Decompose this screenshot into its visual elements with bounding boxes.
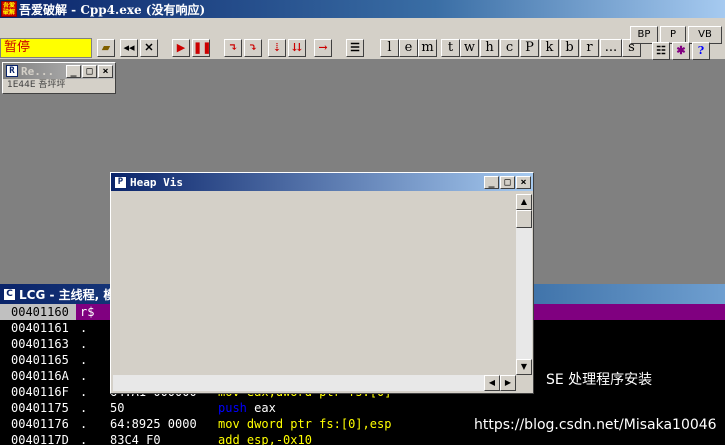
registers-window-controls: _ □ ×	[66, 64, 113, 78]
row-opcode: push	[218, 401, 247, 415]
app-title-bar: 吾爱破解 吾爱破解 - Cpp4.exe (没有响应)	[0, 0, 725, 18]
step-over-icon[interactable]: ⤵	[244, 39, 262, 57]
row-marker: .	[80, 417, 88, 431]
heap-vis-title: Heap Vis	[130, 175, 183, 189]
watermark-text: https://blog.csdn.net/Misaka10046	[474, 417, 717, 433]
pause-icon[interactable]: ❚❚	[192, 39, 211, 57]
row-address: 00401161	[0, 320, 76, 336]
vertical-scroll-thumb[interactable]	[516, 210, 532, 228]
cpu-window-icon-letter: C	[6, 288, 13, 299]
heap-vis-vertical-scrollbar[interactable]: ▲ ▼	[516, 194, 532, 375]
open-file-icon[interactable]: ▰	[97, 39, 115, 57]
toolbar-letter-button[interactable]: P	[520, 39, 539, 57]
registers-window-icon-letter: R	[9, 66, 15, 76]
toolbar-letter-button[interactable]: ...	[600, 39, 622, 57]
heap-vis-icon-letter: P	[117, 176, 124, 187]
row-address: 00401160	[0, 304, 76, 320]
list-view-icon[interactable]: ☷	[652, 42, 670, 60]
row-marker: r$	[76, 304, 110, 320]
registers-window-icon: R	[6, 65, 18, 77]
toolbar-letter-button[interactable]: m	[418, 39, 437, 57]
heap-vis-titlebar[interactable]: P Heap Vis _ □ ×	[111, 173, 533, 191]
row-marker: .	[80, 369, 88, 383]
maximize-icon[interactable]: □	[82, 64, 97, 78]
row-marker: .	[80, 353, 88, 367]
row-instruction: add esp,-0x10	[214, 432, 312, 445]
trace-over-icon[interactable]: ⇊	[288, 39, 306, 57]
row-marker: .	[80, 401, 88, 415]
row-opcode: mov	[218, 417, 240, 431]
seh-comment: SE 处理程序安装	[546, 372, 653, 388]
close-icon[interactable]: ×	[516, 175, 531, 189]
row-hex-bytes: 64:8925 0000	[110, 417, 197, 431]
registers-window-title: Re...	[21, 64, 55, 78]
plugin-icon[interactable]: ✱	[672, 42, 690, 60]
app-logo-text: 吾爱破解	[2, 2, 15, 16]
row-address: 00401165	[0, 352, 76, 368]
toolbar-letter-button[interactable]: t	[441, 39, 460, 57]
help-icon[interactable]: ?	[692, 42, 710, 60]
close-process-icon[interactable]: ✕	[140, 39, 158, 57]
scroll-left-icon[interactable]: ◀	[484, 375, 500, 391]
disassembly-row[interactable]: 0040117D. 83C4 F0 add esp,-0x10	[0, 432, 725, 445]
scroll-up-icon[interactable]: ▲	[516, 194, 532, 210]
scroll-right-icon[interactable]: ▶	[500, 375, 516, 391]
row-marker: .	[80, 433, 88, 445]
disassembly-row[interactable]: 00401175. 50 push eax	[0, 400, 725, 416]
run-status-indicator: 暂停	[0, 38, 92, 58]
restart-icon[interactable]: ◂◂	[120, 39, 138, 57]
toolbar-letter-button[interactable]: l	[380, 39, 399, 57]
goto-address-icon[interactable]: ☰	[346, 39, 364, 57]
registers-window[interactable]: R Re... _ □ × 1E44E 吾坪坪	[2, 62, 116, 94]
app-title: 吾爱破解 - Cpp4.exe (没有响应)	[19, 2, 206, 17]
toolbar-letter-button[interactable]: k	[540, 39, 559, 57]
heap-vis-canvas[interactable]	[113, 194, 516, 375]
minimize-icon[interactable]: _	[484, 175, 499, 189]
cpu-window-icon: C	[3, 287, 16, 301]
close-icon[interactable]: ×	[98, 64, 113, 78]
row-operands: esp,-0x10	[246, 433, 312, 445]
step-into-icon[interactable]: ↴	[224, 39, 242, 57]
toolbar-letter-button[interactable]: r	[580, 39, 599, 57]
row-address: 00401175	[0, 400, 76, 416]
main-toolbar: 暂停 ▰ ◂◂ ✕ ▶ ❚❚ ↴ ⤵ ⇣ ⇊ → ☰ l e m t w h c…	[0, 18, 725, 60]
row-marker: .	[80, 337, 88, 351]
toolbar-letter-button[interactable]: w	[460, 39, 479, 57]
heap-vis-horizontal-scrollbar[interactable]: ◀ ▶	[113, 375, 516, 391]
row-marker: .	[80, 321, 88, 335]
row-operands: eax	[254, 401, 276, 415]
heap-vis-window[interactable]: P Heap Vis _ □ × ▲ ▼ ◀ ▶	[110, 172, 534, 394]
maximize-icon[interactable]: □	[500, 175, 515, 189]
row-address: 0040117D	[0, 432, 76, 445]
row-instruction: mov dword ptr fs:[0],esp	[214, 416, 391, 432]
run-icon[interactable]: ▶	[172, 39, 190, 57]
row-operands: dword ptr fs:[0],esp	[246, 417, 392, 431]
scroll-corner	[516, 375, 532, 391]
registers-window-body: 1E44E 吾坪坪	[7, 80, 66, 90]
row-hex-bytes: 50	[110, 401, 125, 415]
minimize-icon[interactable]: _	[66, 64, 81, 78]
row-marker: .	[80, 385, 88, 399]
row-hex-bytes: 83C4 F0	[110, 433, 161, 445]
registers-window-titlebar[interactable]: R Re... _ □ ×	[3, 63, 115, 79]
toolbar-letter-button[interactable]: c	[500, 39, 519, 57]
heap-vis-controls: _ □ ×	[484, 175, 531, 189]
row-address: 00401163	[0, 336, 76, 352]
toolbar-letter-button[interactable]: b	[560, 39, 579, 57]
app-logo-icon: 吾爱破解	[1, 1, 17, 17]
row-instruction: push eax	[214, 400, 276, 416]
trace-into-icon[interactable]: ⇣	[268, 39, 286, 57]
scroll-down-icon[interactable]: ▼	[516, 359, 532, 375]
row-address: 00401176	[0, 416, 76, 432]
execute-till-return-icon[interactable]: →	[314, 39, 332, 57]
row-address: 0040116F	[0, 384, 76, 400]
row-opcode: add	[218, 433, 240, 445]
toolbar-letter-button[interactable]: e	[399, 39, 418, 57]
toolbar-letter-button[interactable]: h	[480, 39, 499, 57]
heap-vis-icon: P	[114, 175, 127, 189]
row-address: 0040116A	[0, 368, 76, 384]
